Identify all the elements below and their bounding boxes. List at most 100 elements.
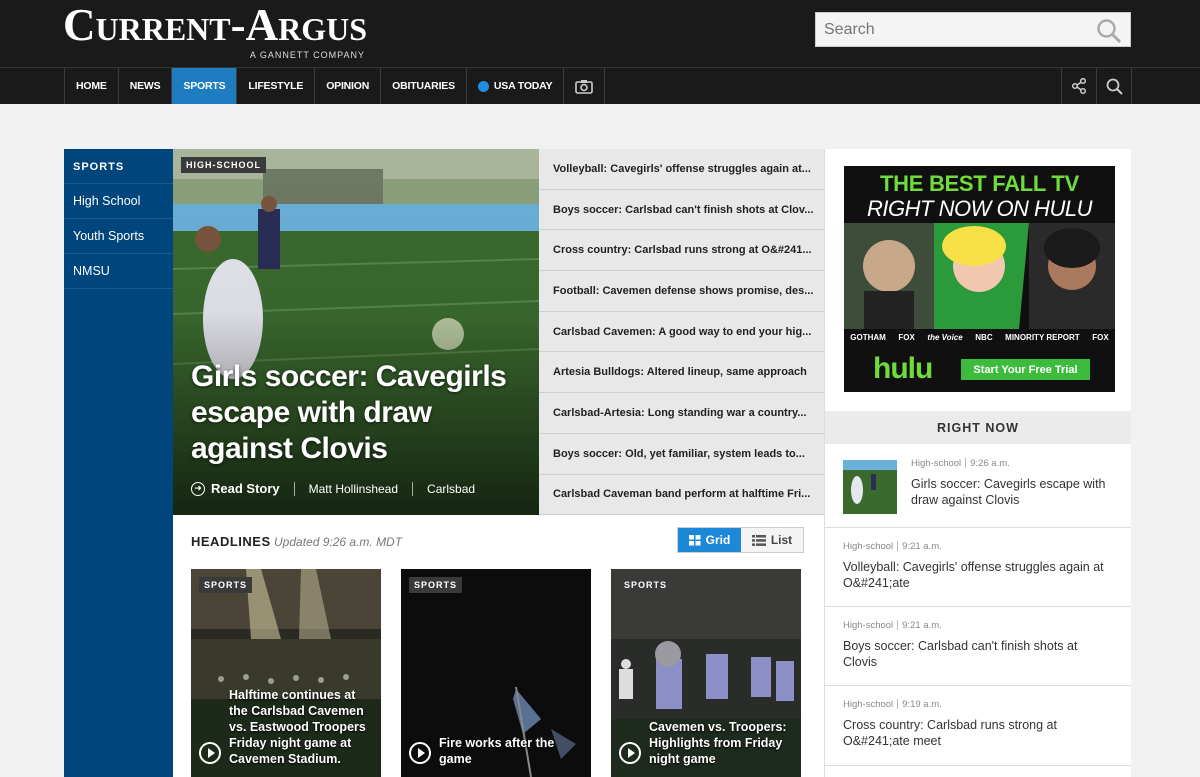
nav-opinion[interactable]: OPINION: [315, 68, 382, 104]
search-icon[interactable]: [1096, 18, 1122, 44]
nav-lifestyle[interactable]: LIFESTYLE: [237, 68, 316, 104]
read-story-label: Read Story: [211, 481, 280, 496]
headline-list-item[interactable]: Boys soccer: Old, yet familiar, system l…: [539, 434, 824, 475]
card-caption[interactable]: Cavemen vs. Troopers: Highlights from Fr…: [619, 719, 795, 767]
hero-meta: ➜ Read Story Matt Hollinshead Carlsbad: [191, 481, 475, 496]
headline-list-item[interactable]: Carlsbad-Artesia: Long standing war a co…: [539, 393, 824, 434]
headline-list-item[interactable]: Artesia Bulldogs: Altered lineup, same a…: [539, 352, 824, 394]
headline-text: Carlsbad-Artesia: Long standing war a co…: [553, 406, 807, 419]
nav-usa-today[interactable]: USA TODAY: [467, 68, 565, 104]
search-icon: [1106, 78, 1123, 95]
headlines-title: HEADLINES: [191, 534, 271, 549]
right-now-headline[interactable]: Boys soccer: Carlsbad can't finish shots…: [843, 638, 1113, 670]
right-now-headline[interactable]: Cross country: Carlsbad runs strong at O…: [843, 717, 1113, 749]
updated-timestamp: Updated 9:26 a.m. MDT: [274, 535, 403, 549]
headline-text: Carlsbad Cavemen: A good way to end your…: [553, 325, 812, 338]
nav-search-button[interactable]: [1097, 68, 1132, 104]
headline-list-item[interactable]: Volleyball: Cavegirls' offense struggles…: [539, 149, 824, 190]
headline-text: Boys soccer: Carlsbad can't finish shots…: [553, 203, 814, 216]
headline-list: Volleyball: Cavegirls' offense struggles…: [539, 149, 824, 516]
right-now-time: 9:26 a.m.: [970, 458, 1010, 469]
headline-list-item[interactable]: Carlsbad Caveman band perform at halftim…: [539, 475, 824, 516]
right-now-category: High-school: [843, 699, 894, 710]
right-now-title: RIGHT NOW: [825, 411, 1131, 444]
right-now-item[interactable]: High-school 9:21 a.m. Volleyball: Cavegir…: [825, 528, 1131, 607]
divider: [412, 481, 414, 496]
card-tag[interactable]: SPORTS: [199, 577, 253, 593]
card-caption-text: Halftime continues at the Carlsbad Cavem…: [229, 688, 366, 766]
list-view-button[interactable]: List: [741, 528, 803, 552]
grid-label: Grid: [705, 533, 731, 547]
video-card[interactable]: SPORTS Cavemen vs. Troopers: Highlights …: [611, 569, 801, 777]
hero-author: Matt Hollinshead: [308, 481, 399, 496]
search-input[interactable]: [816, 13, 1086, 46]
card-caption-text: Fire works after the game: [439, 736, 555, 766]
usa-today-dot-icon: [477, 80, 489, 92]
sidebar-item-high-school[interactable]: High School: [64, 184, 173, 219]
headline-text: Carlsbad Caveman band perform at halftim…: [553, 488, 811, 501]
headline-list-item[interactable]: Cross country: Carlsbad runs strong at O…: [539, 230, 824, 272]
nav-home[interactable]: HOME: [65, 68, 119, 104]
right-now-time: 9:21 a.m.: [902, 620, 942, 631]
logo-wordmark[interactable]: Current-Argus: [63, 2, 367, 48]
nav-usa-today-label: USA TODAY: [493, 80, 553, 92]
headline-text: Volleyball: Cavegirls' offense struggles…: [553, 162, 811, 175]
sidebar-item-nmsu[interactable]: NMSU: [64, 254, 173, 289]
list-icon: [751, 534, 766, 546]
card-tag[interactable]: SPORTS: [409, 577, 463, 593]
ad-subheadline: RIGHT NOW ON HULU: [867, 196, 1092, 221]
headline-list-item[interactable]: Football: Cavemen defense shows promise,…: [539, 271, 824, 312]
right-now-time: 9:21 a.m.: [902, 541, 942, 552]
search-box[interactable]: [815, 12, 1131, 47]
list-label: List: [770, 533, 793, 547]
right-now-headline[interactable]: Volleyball: Cavegirls' offense struggles…: [843, 559, 1113, 591]
main-nav: HOME NEWS SPORTS LIFESTYLE OPINION OBITU…: [0, 67, 1200, 104]
read-story-link[interactable]: ➜ Read Story: [191, 481, 280, 496]
headline-text: Football: Cavemen defense shows promise,…: [553, 284, 814, 297]
ad-headline: THE BEST FALL TV: [880, 171, 1079, 196]
grid-view-button[interactable]: Grid: [678, 528, 741, 552]
ad-network: FOX: [898, 332, 915, 342]
video-card[interactable]: SPORTS Halftime continues at the Carlsba…: [191, 569, 381, 777]
nav-news[interactable]: NEWS: [119, 68, 173, 104]
nav-obituaries[interactable]: OBITUARIES: [381, 68, 467, 104]
play-icon: [199, 742, 221, 764]
share-icon: [1071, 78, 1087, 94]
right-now-meta: High-school 9:26 a.m.: [911, 458, 1113, 469]
nav-sports[interactable]: SPORTS: [172, 68, 238, 104]
play-icon: [409, 742, 431, 764]
headline-list-item[interactable]: Boys soccer: Carlsbad can't finish shots…: [539, 190, 824, 231]
headline-text: Boys soccer: Old, yet familiar, system l…: [553, 447, 805, 460]
share-button[interactable]: [1062, 68, 1097, 104]
sidebar-item-youth-sports[interactable]: Youth Sports: [64, 219, 173, 254]
site-logo[interactable]: Current-Argus A GANNETT COMPANY: [63, 2, 367, 60]
card-caption[interactable]: Halftime continues at the Carlsbad Cavem…: [199, 687, 375, 767]
headline-list-item[interactable]: Carlsbad Cavemen: A good way to end your…: [539, 312, 824, 353]
right-now-item[interactable]: High-school 9:21 a.m. Boys soccer: Carlsb…: [825, 607, 1131, 686]
hulu-advertisement[interactable]: THE BEST FALL TV RIGHT NOW ON HULU GOTHA…: [844, 166, 1115, 392]
ad-show: GOTHAM: [850, 332, 886, 342]
start-trial-button[interactable]: Start Your Free Trial: [961, 359, 1090, 380]
hero-story[interactable]: HIGH-SCHOOL Girls soccer: Cavegirls esca…: [173, 149, 539, 515]
hero-tag[interactable]: HIGH-SCHOOL: [181, 157, 266, 173]
masthead: Current-Argus A GANNETT COMPANY: [0, 0, 1200, 67]
ad-network: FOX: [1092, 332, 1109, 342]
right-now-headline[interactable]: Girls soccer: Cavegirls escape with draw…: [911, 476, 1113, 508]
hero-headline[interactable]: Girls soccer: Cavegirls escape with draw…: [191, 359, 531, 467]
right-now-category: High-school: [843, 541, 894, 552]
right-now-time: 9:19 a.m.: [902, 699, 942, 710]
right-now-meta: High-school 9:21 a.m.: [843, 541, 1113, 552]
section-title[interactable]: SPORTS: [64, 149, 173, 184]
ad-show: MINORITY REPORT: [1005, 332, 1080, 342]
right-now-item[interactable]: High-school 9:19 a.m. Cross country: Carl…: [825, 686, 1131, 766]
right-now-thumbnail: [843, 460, 897, 514]
ad-show: the Voice: [927, 332, 963, 342]
right-now-item[interactable]: High-school 9:26 a.m. Girls soccer: Caveg…: [825, 444, 1131, 528]
card-tag[interactable]: SPORTS: [619, 577, 673, 593]
video-card[interactable]: SPORTS Fire works after the game: [401, 569, 591, 777]
right-rail: THE BEST FALL TV RIGHT NOW ON HULU GOTHA…: [824, 149, 1131, 777]
card-caption[interactable]: Fire works after the game: [409, 735, 585, 767]
headline-text: Cross country: Carlsbad runs strong at O…: [553, 244, 812, 257]
hero-location: Carlsbad: [427, 481, 476, 496]
nav-photos[interactable]: [564, 68, 606, 104]
